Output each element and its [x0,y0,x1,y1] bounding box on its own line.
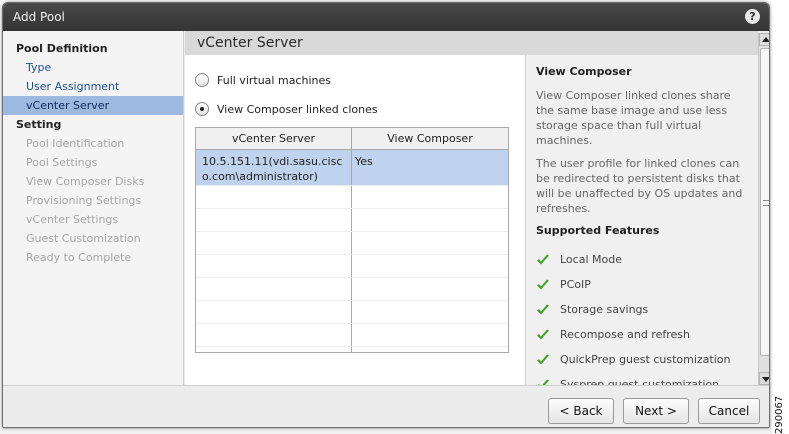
nav-heading-pool-definition: Pool Definition [16,42,108,55]
nav-heading-setting: Setting [16,118,62,131]
background-window-edge [772,0,789,434]
features-heading: Supported Features [536,224,660,237]
nav-item-guest-customization: Guest Customization [26,232,141,245]
checkmark-icon [537,379,549,385]
dialog-title: Add Pool [13,10,65,24]
empty-cell [352,255,508,277]
checkmark-icon [537,254,549,264]
feature-item: QuickPrep guest customization [536,347,750,372]
cell-vcenter-server: 10.5.151.11(vdi.sasu.cisc o.com\administ… [196,150,352,185]
empty-cell [196,347,352,352]
cancel-button[interactable]: Cancel [698,398,760,424]
empty-cell [352,324,508,346]
column-header-view-composer[interactable]: View Composer [352,128,508,149]
background-window-bottom [0,428,772,434]
feature-item: Sysprep guest customization [536,372,750,385]
empty-cell [196,278,352,300]
column-header-vcenter-server[interactable]: vCenter Server [196,128,352,149]
next-button[interactable]: Next > [623,398,689,424]
table-row-empty [196,324,508,347]
main-content: Full virtual machines View Composer link… [185,55,525,385]
table-row[interactable]: 10.5.151.11(vdi.sasu.cisc o.com\administ… [196,150,508,186]
info-paragraph: The user profile for linked clones can b… [536,157,743,215]
nav-item-vcenter-server[interactable]: vCenter Server [3,96,183,115]
figure-id: 290067 [774,395,785,434]
info-panel: View Composer View Composer linked clone… [525,55,758,385]
dialog-titlebar: Add Pool ? [3,3,769,31]
info-title: View Composer [536,65,632,78]
help-icon[interactable]: ? [745,9,760,24]
checkmark-icon [537,354,549,364]
option-full-vms-label: Full virtual machines [217,73,331,87]
empty-cell [196,324,352,346]
wizard-nav: Pool Definition Type User Assignment vCent… [3,31,184,385]
feature-label: Recompose and refresh [560,328,690,341]
scroll-down-arrow-icon[interactable] [759,372,769,385]
table-header: vCenter Server View Composer [196,128,508,150]
empty-cell [352,347,508,352]
checkmark-icon [537,304,549,314]
table-row-empty [196,209,508,232]
scroll-up-arrow-icon[interactable] [759,33,769,46]
feature-label: PCoIP [560,278,591,291]
nav-item-pool-settings: Pool Settings [26,156,98,169]
radio-full-vms[interactable] [195,73,209,87]
feature-item: PCoIP [536,272,750,297]
empty-cell [196,232,352,254]
feature-list: Local Mode PCoIP Storage savings Recompose … [536,247,750,385]
empty-cell [352,186,508,208]
empty-cell [352,209,508,231]
add-pool-dialog: Add Pool ? Pool Definition Type User Assi… [2,2,770,428]
option-linked-clones[interactable]: View Composer linked clones [195,101,378,117]
checkmark-icon [537,329,549,339]
empty-cell [196,186,352,208]
nav-item-ready-to-complete: Ready to Complete [26,251,132,264]
nav-item-view-composer-disks: View Composer Disks [26,175,145,188]
nav-item-vcenter-settings: vCenter Settings [26,213,119,226]
grip-icon [763,200,769,206]
table-row-empty [196,232,508,255]
empty-cell [352,278,508,300]
table-row-empty [196,301,508,324]
option-full-vms[interactable]: Full virtual machines [195,72,331,88]
feature-item: Recompose and refresh [536,322,750,347]
info-scrollbar[interactable] [758,33,769,385]
feature-label: Sysprep guest customization [560,378,720,385]
back-button[interactable]: < Back [548,398,614,424]
feature-label: QuickPrep guest customization [560,353,731,366]
radio-linked-clones[interactable] [195,102,209,116]
feature-item: Storage savings [536,297,750,322]
empty-cell [352,232,508,254]
empty-cell [196,301,352,323]
option-linked-clones-label: View Composer linked clones [217,102,378,116]
nav-item-user-assignment[interactable]: User Assignment [3,77,183,96]
table-row-empty [196,255,508,278]
feature-label: Storage savings [560,303,649,316]
table-row-empty [196,186,508,209]
nav-item-pool-identification: Pool Identification [26,137,125,150]
nav-item-type[interactable]: Type [3,58,183,77]
scroll-thumb[interactable] [760,48,769,356]
vcenter-server-table: vCenter Server View Composer 10.5.151.11… [195,127,509,353]
table-row-empty [196,278,508,301]
nav-item-provisioning-settings: Provisioning Settings [26,194,142,207]
empty-cell [196,255,352,277]
feature-item: Local Mode [536,247,750,272]
empty-cell [196,209,352,231]
feature-label: Local Mode [560,253,622,266]
table-row-empty [196,347,508,352]
checkmark-icon [537,279,549,289]
empty-cell [352,301,508,323]
info-paragraph: View Composer linked clones share the sa… [536,89,731,147]
table-body: 10.5.151.11(vdi.sasu.cisc o.com\administ… [196,150,508,352]
dialog-footer: < Back Next > Cancel [3,385,769,427]
page-title: vCenter Server [185,31,758,55]
cell-view-composer: Yes [355,155,373,168]
